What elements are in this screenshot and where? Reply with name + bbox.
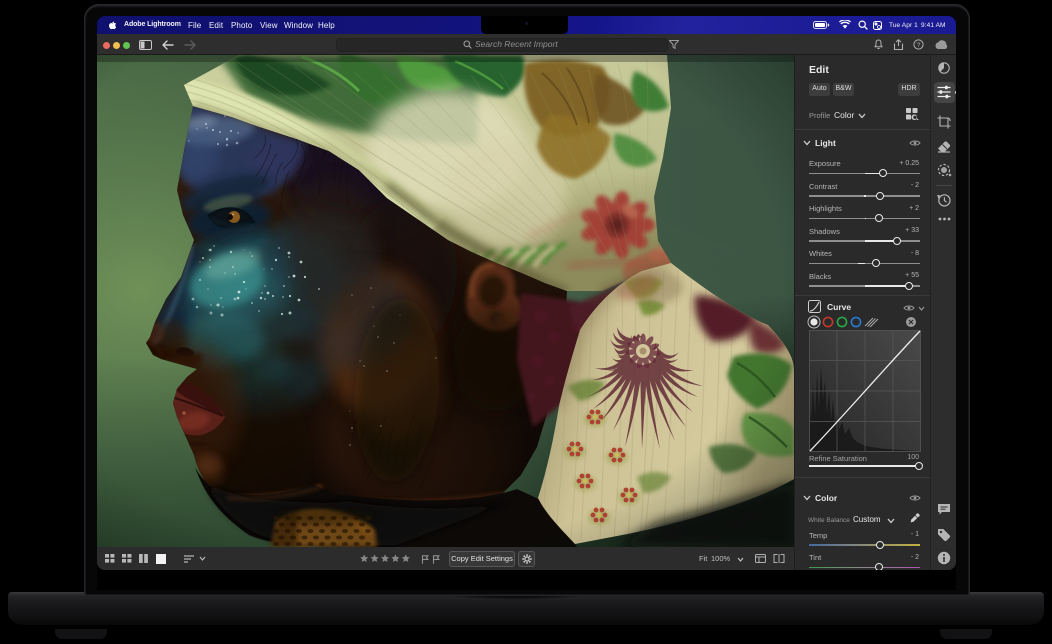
svg-text:?: ?: [917, 42, 921, 49]
